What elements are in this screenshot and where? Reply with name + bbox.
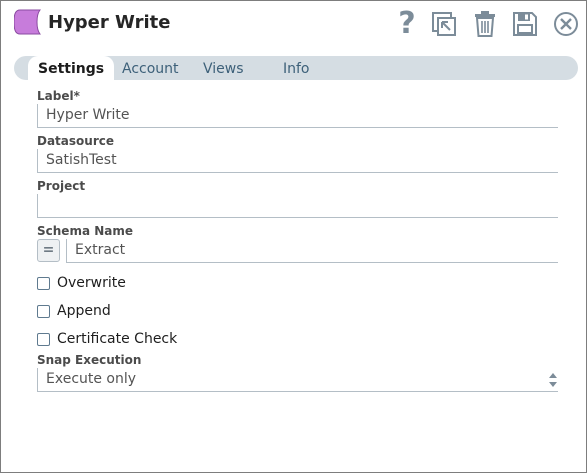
snap-settings-dialog: Hyper Write ? Settings Account Views Inf… <box>0 0 587 473</box>
snap-execution-select[interactable]: Execute only <box>37 368 558 392</box>
snap-execution-value: Execute only <box>46 371 137 387</box>
tab-settings[interactable]: Settings <box>28 56 115 80</box>
snap-icon <box>14 9 42 35</box>
datasource-input[interactable]: SatishTest <box>37 149 558 173</box>
close-button[interactable] <box>552 10 580 38</box>
certificate-check-label: Certificate Check <box>57 331 178 347</box>
delete-icon <box>475 11 495 37</box>
append-checkbox[interactable] <box>37 305 50 318</box>
tab-account[interactable]: Account <box>122 56 179 80</box>
overwrite-checkbox[interactable] <box>37 277 50 290</box>
label-input[interactable]: Hyper Write <box>37 104 558 128</box>
select-arrows-icon <box>549 373 557 387</box>
schema-name-input[interactable]: Extract <box>66 239 558 263</box>
certificate-check-checkbox[interactable] <box>37 333 50 346</box>
datasource-input-value: SatishTest <box>46 152 117 168</box>
snap-execution-field-label: Snap Execution <box>37 353 142 367</box>
tab-views[interactable]: Views <box>203 56 244 80</box>
project-field-label: Project <box>37 179 86 193</box>
overwrite-label: Overwrite <box>57 275 126 291</box>
help-icon: ? <box>398 6 416 41</box>
snap-title: Hyper Write <box>48 12 171 33</box>
datasource-field-label: Datasource <box>37 134 114 148</box>
append-label: Append <box>57 303 111 319</box>
close-icon <box>554 12 578 36</box>
save-icon <box>513 12 537 36</box>
tab-info[interactable]: Info <box>283 56 310 80</box>
label-input-value: Hyper Write <box>46 107 130 123</box>
schema-name-input-value: Extract <box>75 242 126 258</box>
title-bar: Hyper Write ? <box>1 1 586 51</box>
export-icon <box>432 12 456 36</box>
project-input[interactable] <box>37 194 558 218</box>
delete-button[interactable] <box>471 10 499 38</box>
expression-toggle-button[interactable]: = <box>37 239 60 262</box>
tab-strip: Settings Account Views Info <box>14 56 578 80</box>
label-field-label: Label* <box>37 89 80 103</box>
help-button[interactable]: ? <box>393 6 421 41</box>
schema-name-field-label: Schema Name <box>37 224 133 238</box>
export-button[interactable] <box>430 10 458 38</box>
save-button[interactable] <box>511 10 539 38</box>
